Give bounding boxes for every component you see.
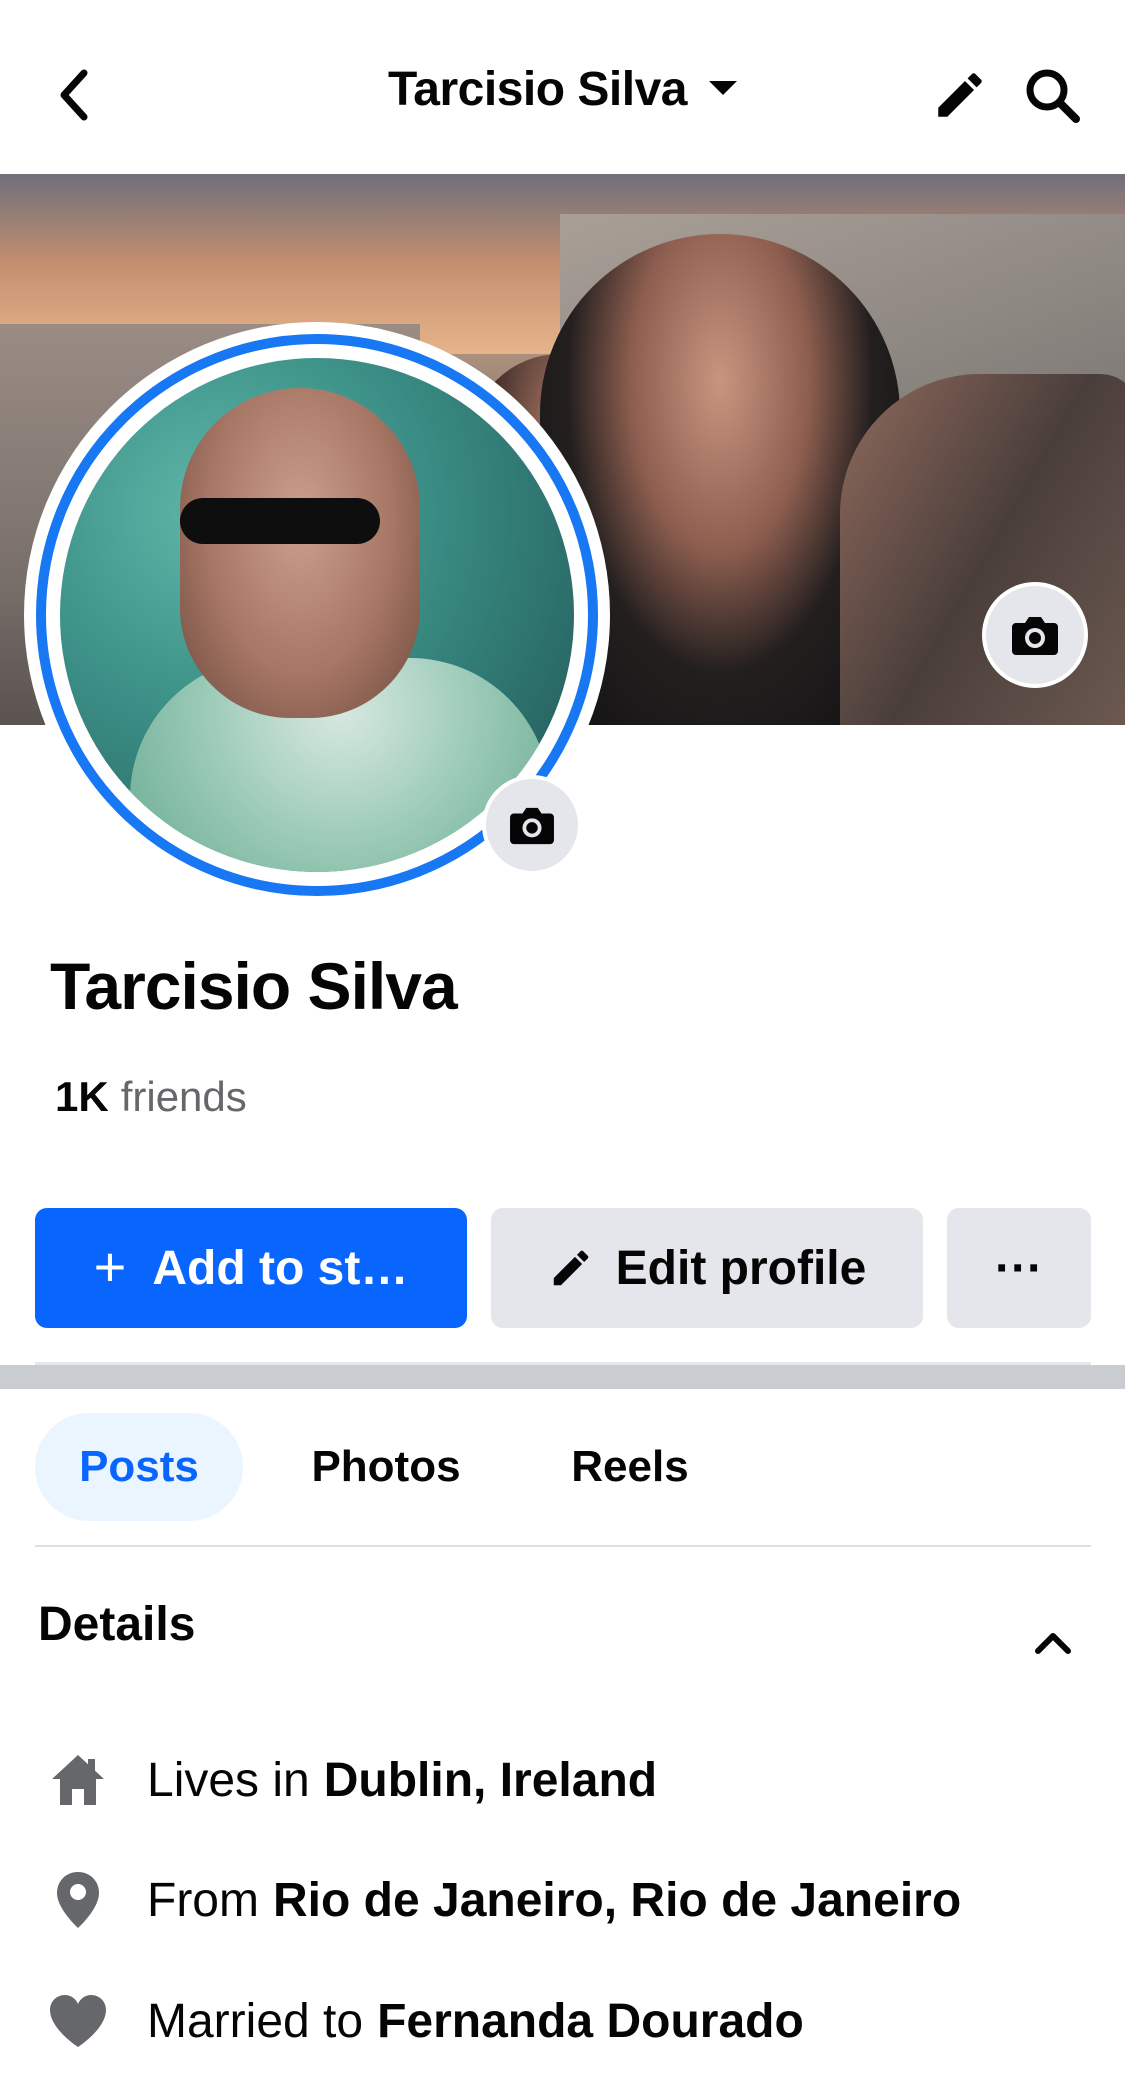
details-title: Details (38, 1598, 196, 1651)
detail-prefix: From (147, 1873, 259, 1927)
more-dots-icon: ··· (995, 1241, 1043, 1295)
header-title: Tarcisio Silva (388, 63, 687, 116)
cover-arm (840, 374, 1125, 725)
avatar-sunglasses (180, 498, 380, 544)
collapse-details-button[interactable] (1025, 1615, 1081, 1671)
add-to-story-label: Add to st… (152, 1241, 409, 1295)
detail-lives-in: Lives in Dublin, Ireland (45, 1740, 657, 1820)
tabs-divider (35, 1545, 1091, 1547)
detail-value-link[interactable]: Dublin, Ireland (324, 1753, 657, 1808)
profile-name: Tarcisio Silva (50, 949, 458, 1023)
change-cover-photo-button[interactable] (982, 582, 1088, 688)
edit-button[interactable] (925, 60, 995, 130)
detail-relationship: Married to Fernanda Dourado (45, 1981, 804, 2061)
tab-reels[interactable]: Reels (530, 1413, 730, 1521)
friends-label: friends (120, 1073, 247, 1120)
tab-photos[interactable]: Photos (282, 1413, 490, 1521)
detail-prefix: Lives in (147, 1753, 310, 1807)
add-to-story-button[interactable]: + Add to st… (35, 1208, 467, 1328)
chevron-up-icon (1035, 1633, 1071, 1654)
camera-icon (510, 807, 554, 845)
detail-prefix: Married to (147, 1994, 364, 2048)
heart-icon (45, 1988, 111, 2054)
caret-down-icon (708, 81, 737, 96)
tab-posts[interactable]: Posts (35, 1413, 243, 1521)
detail-value-link[interactable]: Fernanda Dourado (377, 1994, 804, 2049)
section-divider (0, 1365, 1125, 1389)
plus-icon: + (93, 1234, 127, 1298)
friends-count-link[interactable]: 1K friends (55, 1073, 247, 1121)
avatar-face (180, 388, 420, 718)
change-profile-picture-button[interactable] (482, 775, 582, 875)
more-options-button[interactable]: ··· (947, 1208, 1091, 1328)
location-pin-icon (45, 1867, 111, 1933)
pencil-icon (938, 73, 982, 117)
edit-profile-label: Edit profile (615, 1241, 867, 1295)
detail-from: From Rio de Janeiro, Rio de Janeiro (45, 1860, 961, 1940)
search-button[interactable] (1017, 60, 1087, 130)
detail-value-link[interactable]: Rio de Janeiro, Rio de Janeiro (273, 1873, 961, 1928)
search-icon (1026, 69, 1080, 123)
top-bar: Tarcisio Silva (0, 0, 1125, 174)
camera-icon (1012, 617, 1058, 655)
home-icon (45, 1747, 111, 1813)
friends-count: 1K (55, 1073, 109, 1120)
edit-profile-button[interactable]: Edit profile (491, 1208, 923, 1328)
pencil-icon (548, 1245, 594, 1291)
